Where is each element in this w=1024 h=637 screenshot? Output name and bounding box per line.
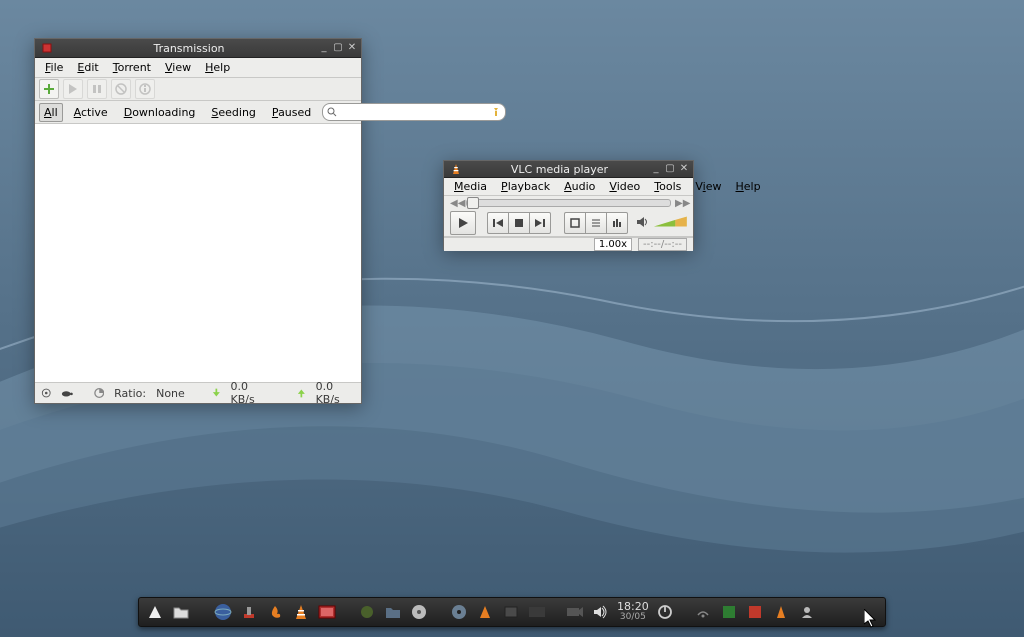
transmission-titlebar[interactable]: Transmission _ ▢ ✕ xyxy=(35,39,361,58)
vlc-window: VLC media player _ ▢ ✕ Media Playback Au… xyxy=(443,160,694,250)
maximize-button[interactable]: ▢ xyxy=(333,43,343,53)
menu-media[interactable]: Media xyxy=(448,178,493,195)
turtle-icon[interactable] xyxy=(61,388,73,398)
ratio-value: None xyxy=(156,387,185,400)
task-disc-icon[interactable] xyxy=(409,602,429,622)
screenshot-icon[interactable] xyxy=(317,602,337,622)
properties-button[interactable] xyxy=(135,79,155,99)
menu-help[interactable]: Help xyxy=(730,178,767,195)
vlc-title: VLC media player xyxy=(468,163,651,176)
tray-app2-icon[interactable] xyxy=(745,602,765,622)
menu-view[interactable]: View xyxy=(689,178,727,195)
menu-edit[interactable]: Edit xyxy=(71,59,104,76)
menu-help[interactable]: Help xyxy=(199,59,236,76)
menu-tools[interactable]: Tools xyxy=(648,178,687,195)
next-button[interactable] xyxy=(529,212,551,234)
prev-button[interactable] xyxy=(487,212,508,234)
fullscreen-button[interactable] xyxy=(564,212,585,234)
torrent-list[interactable] xyxy=(35,124,361,382)
upload-icon xyxy=(297,388,306,398)
play-button[interactable] xyxy=(450,211,476,235)
mute-button[interactable] xyxy=(636,215,650,232)
download-icon xyxy=(212,388,221,398)
ratio-label: Ratio: xyxy=(114,387,146,400)
menu-audio[interactable]: Audio xyxy=(558,178,601,195)
clock[interactable]: 18:20 30/05 xyxy=(617,601,649,623)
taskbar: 18:20 30/05 xyxy=(138,597,886,627)
filter-paused[interactable]: Paused xyxy=(267,103,316,122)
transmission-filterbar: All Active Downloading Seeding Paused xyxy=(35,101,361,124)
clock-date: 30/05 xyxy=(617,612,649,623)
seek-back-icon[interactable]: ◀◀ xyxy=(450,198,462,209)
app-menu-icon[interactable] xyxy=(145,602,165,622)
task-cd-icon[interactable] xyxy=(449,602,469,622)
stop-button[interactable] xyxy=(508,212,529,234)
task-folder-icon[interactable] xyxy=(383,602,403,622)
burner-icon[interactable] xyxy=(265,602,285,622)
transmission-window: Transmission _ ▢ ✕ File Edit Torrent Vie… xyxy=(34,38,362,404)
vlc-task-icon[interactable] xyxy=(291,602,311,622)
menu-file[interactable]: File xyxy=(39,59,69,76)
network-icon[interactable] xyxy=(693,602,713,622)
task-vlc2-icon[interactable] xyxy=(475,602,495,622)
task-app3-icon[interactable] xyxy=(527,602,547,622)
vlc-statusbar: 1.00x --:--/--:-- xyxy=(444,237,693,251)
seek-slider[interactable] xyxy=(466,199,671,207)
menu-torrent[interactable]: Torrent xyxy=(107,59,157,76)
remove-button[interactable] xyxy=(111,79,131,99)
equalizer-button[interactable] xyxy=(606,212,628,234)
transmission-task-icon[interactable] xyxy=(239,602,259,622)
gear-icon[interactable] xyxy=(41,387,51,399)
vlc-titlebar[interactable]: VLC media player _ ▢ ✕ xyxy=(444,161,693,178)
tray-vlc-icon[interactable] xyxy=(771,602,791,622)
filter-search[interactable] xyxy=(322,103,506,121)
seek-fwd-icon[interactable]: ▶▶ xyxy=(675,198,687,209)
task-app2-icon[interactable] xyxy=(501,602,521,622)
clear-search-icon[interactable] xyxy=(491,107,501,117)
maximize-button[interactable]: ▢ xyxy=(665,164,675,174)
task-camera-icon[interactable] xyxy=(565,602,585,622)
filter-all[interactable]: All xyxy=(39,103,63,122)
playlist-button[interactable] xyxy=(585,212,606,234)
tray-app1-icon[interactable] xyxy=(719,602,739,622)
clock-time: 18:20 xyxy=(617,601,649,612)
start-button[interactable] xyxy=(63,79,83,99)
transmission-icon xyxy=(39,40,55,56)
tray-user-icon[interactable] xyxy=(797,602,817,622)
transmission-title: Transmission xyxy=(59,42,319,55)
filter-seeding[interactable]: Seeding xyxy=(206,103,261,122)
volume-icon[interactable] xyxy=(591,602,611,622)
close-button[interactable]: ✕ xyxy=(347,43,357,53)
filter-search-input[interactable] xyxy=(341,105,487,119)
volume-slider[interactable] xyxy=(654,215,687,231)
vlc-control-row xyxy=(444,210,693,236)
minimize-button[interactable]: _ xyxy=(319,43,329,53)
transmission-toolbar xyxy=(35,78,361,101)
menu-playback[interactable]: Playback xyxy=(495,178,556,195)
filter-active[interactable]: Active xyxy=(69,103,113,122)
vlc-speed[interactable]: 1.00x xyxy=(594,238,632,251)
ratio-icon xyxy=(94,387,104,399)
download-speed: 0.0 KB/s xyxy=(230,380,269,406)
minimize-button[interactable]: _ xyxy=(651,164,661,174)
search-icon xyxy=(327,107,337,117)
menu-video[interactable]: Video xyxy=(603,178,646,195)
browser-icon[interactable] xyxy=(213,602,233,622)
task-app1-icon[interactable] xyxy=(357,602,377,622)
vlc-menubar: Media Playback Audio Video Tools View He… xyxy=(444,178,693,196)
menu-view[interactable]: View xyxy=(159,59,197,76)
power-icon[interactable] xyxy=(655,602,675,622)
transmission-menubar: File Edit Torrent View Help xyxy=(35,58,361,78)
pause-button[interactable] xyxy=(87,79,107,99)
vlc-cone-icon xyxy=(448,161,464,177)
transmission-statusbar: Ratio: None 0.0 KB/s 0.0 KB/s xyxy=(35,382,361,403)
file-manager-icon[interactable] xyxy=(171,602,191,622)
upload-speed: 0.0 KB/s xyxy=(316,380,355,406)
filter-downloading[interactable]: Downloading xyxy=(119,103,201,122)
vlc-time: --:--/--:-- xyxy=(638,238,687,251)
add-torrent-button[interactable] xyxy=(39,79,59,99)
close-button[interactable]: ✕ xyxy=(679,164,689,174)
vlc-seekbar-row: ◀◀ ▶▶ xyxy=(444,196,693,210)
